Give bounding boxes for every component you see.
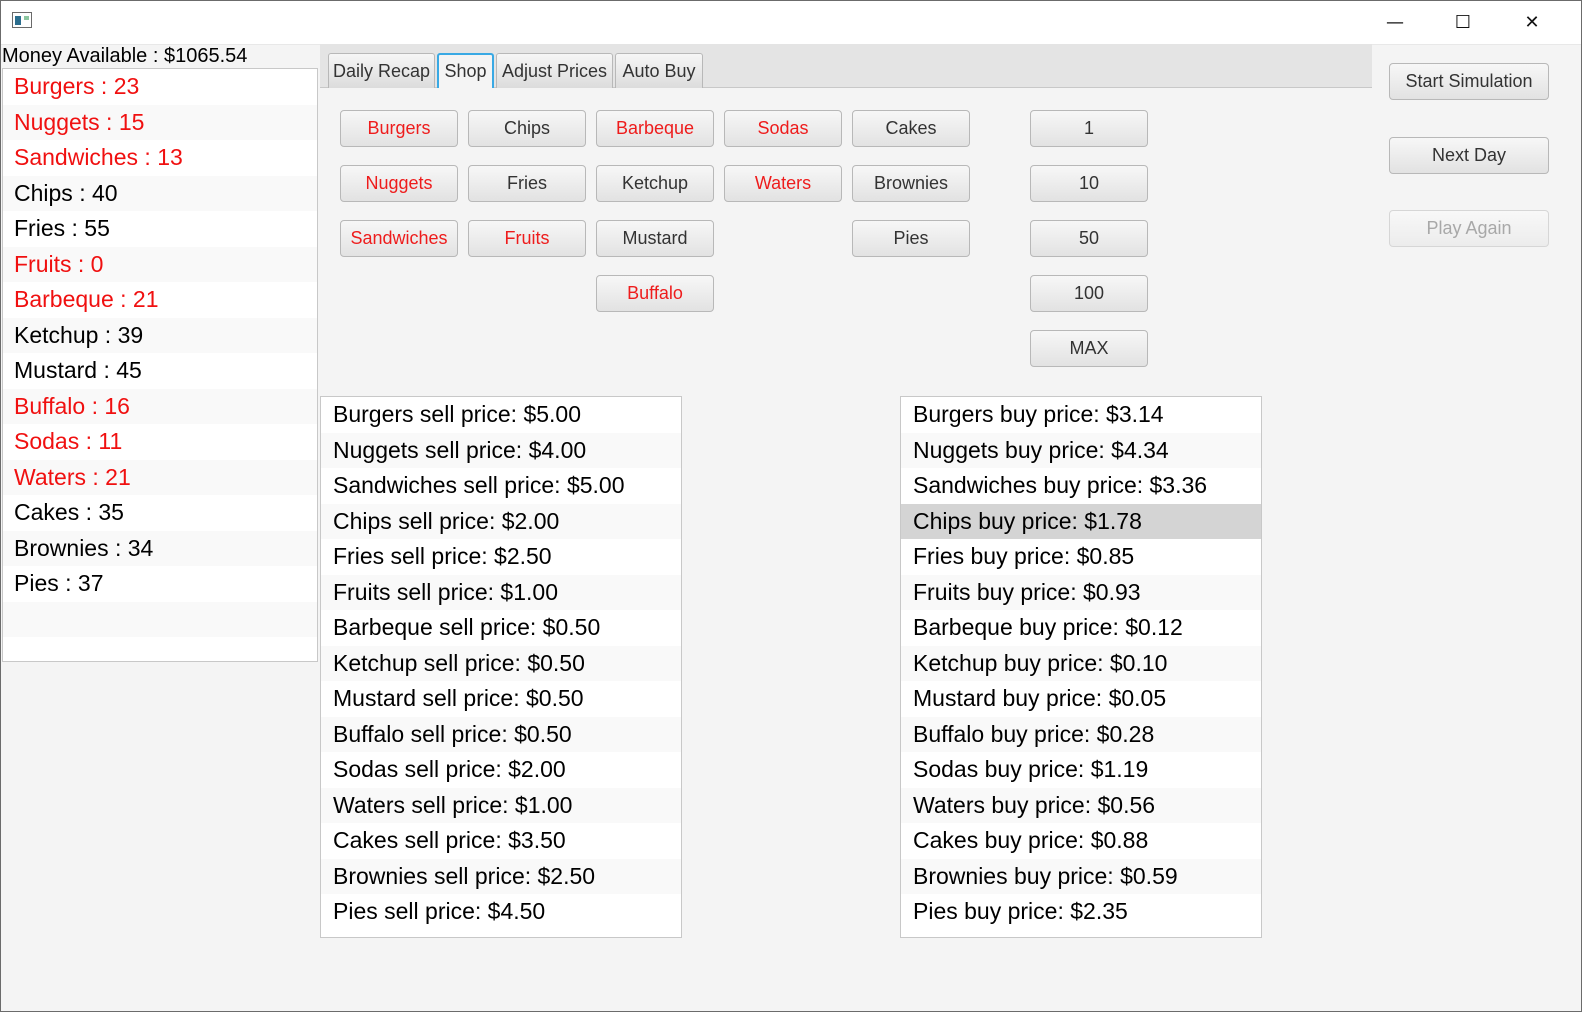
- quantity-button-100[interactable]: 100: [1030, 275, 1148, 312]
- quantity-button-50[interactable]: 50: [1030, 220, 1148, 257]
- shop-button-brownies[interactable]: Brownies: [852, 165, 970, 202]
- shop-button-sodas[interactable]: Sodas: [724, 110, 842, 147]
- start-simulation-button[interactable]: Start Simulation: [1389, 63, 1549, 100]
- maximize-button[interactable]: ☐: [1428, 0, 1498, 44]
- sell-price-item[interactable]: Nuggets sell price: $4.00: [321, 432, 681, 468]
- shop-button-fries[interactable]: Fries: [468, 165, 586, 202]
- shop-button-pies[interactable]: Pies: [852, 220, 970, 257]
- inventory-item[interactable]: Nuggets : 15: [3, 104, 317, 140]
- inventory-item[interactable]: Sandwiches : 13: [3, 140, 317, 176]
- tab-bar: Daily Recap Shop Adjust Prices Auto Buy: [320, 44, 1372, 88]
- sell-price-list[interactable]: Burgers sell price: $5.00 Nuggets sell pr…: [320, 396, 682, 938]
- buy-price-item[interactable]: Burgers buy price: $3.14: [901, 397, 1261, 433]
- inventory-item[interactable]: [3, 637, 317, 661]
- inventory-item[interactable]: Fruits : 0: [3, 246, 317, 282]
- buy-price-item[interactable]: Cakes buy price: $0.88: [901, 823, 1261, 859]
- buy-price-item[interactable]: Fruits buy price: $0.93: [901, 574, 1261, 610]
- next-day-button[interactable]: Next Day: [1389, 137, 1549, 174]
- sell-price-item[interactable]: Buffalo sell price: $0.50: [321, 716, 681, 752]
- buy-price-item[interactable]: Fries buy price: $0.85: [901, 539, 1261, 575]
- tab-shop[interactable]: Shop: [437, 53, 494, 88]
- sell-price-item[interactable]: Barbeque sell price: $0.50: [321, 610, 681, 646]
- sell-price-item[interactable]: Sandwiches sell price: $5.00: [321, 468, 681, 504]
- inventory-list[interactable]: Burgers : 23 Nuggets : 15 Sandwiches : 13 C…: [2, 68, 318, 662]
- tab-adjust-prices[interactable]: Adjust Prices: [496, 53, 613, 88]
- inventory-item[interactable]: Barbeque : 21: [3, 282, 317, 318]
- sell-price-item[interactable]: Pies sell price: $4.50: [321, 894, 681, 930]
- sell-price-item[interactable]: Brownies sell price: $2.50: [321, 858, 681, 894]
- buy-price-item[interactable]: Nuggets buy price: $4.34: [901, 432, 1261, 468]
- inventory-item[interactable]: Mustard : 45: [3, 353, 317, 389]
- app-icon: [12, 12, 32, 28]
- close-button[interactable]: ✕: [1497, 0, 1567, 44]
- tab-auto-buy[interactable]: Auto Buy: [615, 53, 703, 88]
- shop-button-chips[interactable]: Chips: [468, 110, 586, 147]
- sell-price-item[interactable]: Burgers sell price: $5.00: [321, 397, 681, 433]
- sell-price-item[interactable]: Waters sell price: $1.00: [321, 787, 681, 823]
- buy-price-item[interactable]: Buffalo buy price: $0.28: [901, 716, 1261, 752]
- tab-daily-recap[interactable]: Daily Recap: [328, 53, 435, 88]
- quantity-button-max[interactable]: MAX: [1030, 330, 1148, 367]
- shop-button-waters[interactable]: Waters: [724, 165, 842, 202]
- inventory-item[interactable]: Waters : 21: [3, 459, 317, 495]
- inventory-item[interactable]: Chips : 40: [3, 175, 317, 211]
- shop-button-barbeque[interactable]: Barbeque: [596, 110, 714, 147]
- sell-price-item[interactable]: Fruits sell price: $1.00: [321, 574, 681, 610]
- buy-price-item[interactable]: Ketchup buy price: $0.10: [901, 645, 1261, 681]
- minimize-button[interactable]: —: [1360, 0, 1430, 44]
- buy-price-list[interactable]: Burgers buy price: $3.14 Nuggets buy pric…: [900, 396, 1262, 938]
- buy-price-item[interactable]: Pies buy price: $2.35: [901, 894, 1261, 930]
- sell-price-item[interactable]: Sodas sell price: $2.00: [321, 752, 681, 788]
- inventory-item[interactable]: Brownies : 34: [3, 530, 317, 566]
- sell-price-item[interactable]: Chips sell price: $2.00: [321, 503, 681, 539]
- inventory-item[interactable]: Fries : 55: [3, 211, 317, 247]
- inventory-item[interactable]: Ketchup : 39: [3, 317, 317, 353]
- shop-button-ketchup[interactable]: Ketchup: [596, 165, 714, 202]
- shop-button-nuggets[interactable]: Nuggets: [340, 165, 458, 202]
- buy-price-item[interactable]: Waters buy price: $0.56: [901, 787, 1261, 823]
- buy-price-item[interactable]: Mustard buy price: $0.05: [901, 681, 1261, 717]
- title-bar: — ☐ ✕: [0, 0, 1582, 45]
- money-available-label: Money Available : $1065.54: [2, 45, 248, 67]
- shop-button-fruits[interactable]: Fruits: [468, 220, 586, 257]
- buy-price-item[interactable]: Brownies buy price: $0.59: [901, 858, 1261, 894]
- shop-button-sandwiches[interactable]: Sandwiches: [340, 220, 458, 257]
- buy-price-item[interactable]: Chips buy price: $1.78: [901, 503, 1261, 539]
- play-again-button[interactable]: Play Again: [1389, 210, 1549, 247]
- shop-button-mustard[interactable]: Mustard: [596, 220, 714, 257]
- buy-price-item[interactable]: Sodas buy price: $1.19: [901, 752, 1261, 788]
- sell-price-item[interactable]: Ketchup sell price: $0.50: [321, 645, 681, 681]
- inventory-item[interactable]: Pies : 37: [3, 566, 317, 602]
- shop-button-burgers[interactable]: Burgers: [340, 110, 458, 147]
- buy-price-item[interactable]: Sandwiches buy price: $3.36: [901, 468, 1261, 504]
- shop-button-cakes[interactable]: Cakes: [852, 110, 970, 147]
- sell-price-item[interactable]: Mustard sell price: $0.50: [321, 681, 681, 717]
- shop-button-buffalo[interactable]: Buffalo: [596, 275, 714, 312]
- sell-price-item[interactable]: Fries sell price: $2.50: [321, 539, 681, 575]
- inventory-item[interactable]: Cakes : 35: [3, 495, 317, 531]
- buy-price-item[interactable]: Barbeque buy price: $0.12: [901, 610, 1261, 646]
- quantity-button-10[interactable]: 10: [1030, 165, 1148, 202]
- inventory-item[interactable]: Sodas : 11: [3, 424, 317, 460]
- inventory-item[interactable]: Buffalo : 16: [3, 388, 317, 424]
- sell-price-item[interactable]: Cakes sell price: $3.50: [321, 823, 681, 859]
- quantity-button-1[interactable]: 1: [1030, 110, 1148, 147]
- inventory-item[interactable]: [3, 601, 317, 637]
- inventory-item[interactable]: Burgers : 23: [3, 69, 317, 105]
